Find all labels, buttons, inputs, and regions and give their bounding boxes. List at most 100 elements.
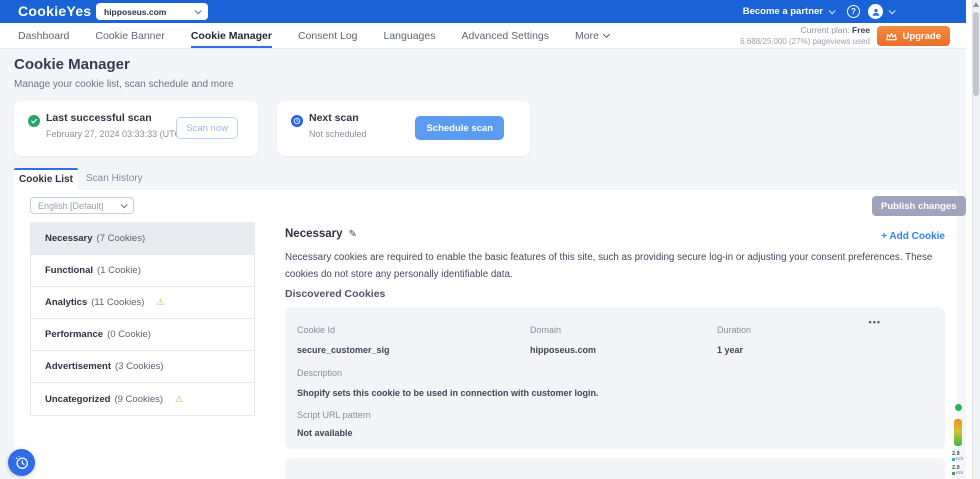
speed-unit: K/S (956, 456, 964, 462)
plan-label-text: Current plan: (800, 25, 850, 35)
domain-selector[interactable]: hipposeus.com (96, 3, 208, 20)
category-description: Necessary cookies are required to enable… (285, 252, 933, 281)
clock-icon (291, 115, 303, 127)
script-url-label: Script URL pattern (297, 410, 371, 420)
category-count: (7 Cookies) (96, 233, 146, 244)
nav-item-cookie-banner[interactable]: Cookie Banner (95, 23, 164, 48)
nav-item-dashboard[interactable]: Dashboard (18, 23, 69, 48)
tab-scan-history[interactable]: Scan History (86, 168, 143, 190)
crown-icon (886, 32, 898, 40)
tab-cookie-list[interactable]: Cookie List (14, 168, 78, 190)
next-scan-status: Not scheduled (309, 129, 367, 139)
chevron-down-icon (120, 201, 128, 209)
network-monitor-overlay: 2.9 K/S 2.0 K/S (951, 404, 969, 479)
category-count: (9 Cookies) (114, 393, 164, 405)
cookie-id-label: Cookie Id (297, 325, 336, 335)
script-url-value: Not available (297, 428, 353, 438)
category-name: Functional (45, 265, 94, 276)
category-count: (11 Cookies) (91, 297, 145, 308)
scrollbar-thumb[interactable] (973, 12, 979, 96)
more-options-icon[interactable]: ••• (869, 317, 881, 327)
page-subtitle: Manage your cookie list, scan schedule a… (14, 79, 234, 90)
scan-now-button[interactable]: Scan now (176, 117, 238, 139)
plan-info: Current plan: Free 6,688/25,000 (27%) pa… (740, 25, 870, 46)
nav-item-consent-log[interactable]: Consent Log (298, 23, 358, 48)
help-icon[interactable]: ? (847, 5, 860, 18)
category-count: (0 Cookie) (107, 329, 151, 340)
category-name: Uncategorized (45, 393, 111, 405)
chevron-down-icon (888, 7, 896, 15)
chevron-down-icon (194, 7, 202, 15)
description-value: Shopify sets this cookie to be used in c… (297, 388, 599, 398)
category-name: Analytics (45, 297, 88, 308)
category-uncategorized[interactable]: Uncategorized (9 Cookies) ⚠ (31, 383, 254, 415)
become-partner-label: Become a partner (742, 6, 823, 17)
chevron-down-icon (828, 7, 836, 15)
language-select-value: English [Default] (38, 200, 104, 211)
discovered-cookies-title: Discovered Cookies (285, 288, 386, 300)
next-scan-title: Next scan (309, 112, 359, 124)
nav-item-languages[interactable]: Languages (384, 23, 436, 48)
duration-value: 1 year (717, 345, 744, 355)
publish-changes-button[interactable]: Publish changes (872, 196, 966, 216)
category-performance[interactable]: Performance (0 Cookie) (31, 319, 254, 351)
speed-unit: K/S (956, 470, 964, 476)
domain-value: hipposeus.com (530, 345, 597, 355)
warning-icon: ⚠ (156, 297, 165, 307)
category-name: Performance (45, 329, 104, 340)
upload-speed: 2.0 K/S (952, 465, 969, 476)
nav-item-more-label: More (575, 29, 599, 42)
duration-label: Duration (717, 325, 752, 335)
last-scan-timestamp: February 27, 2024 03:33:33 (UTC) (46, 129, 185, 139)
app-window: CookieYes hipposeus.com Become a partner… (0, 0, 980, 479)
scrollbar[interactable] (972, 0, 980, 479)
domain-selector-value: hipposeus.com (104, 6, 167, 17)
account-menu[interactable] (868, 4, 896, 19)
next-scan-card: Next scan Not scheduled Schedule scan (277, 101, 530, 156)
category-list: Necessary (7 Cookies) Functional (1 Cook… (30, 222, 255, 416)
category-count: (3 Cookies) (115, 361, 164, 372)
warning-icon: ⚠ (175, 393, 184, 404)
last-scan-card: Last successful scan February 27, 2024 0… (14, 101, 258, 156)
language-select[interactable]: English [Default] (30, 197, 134, 214)
category-advertisement[interactable]: Advertisement (3 Cookies) (31, 351, 254, 383)
last-scan-title: Last successful scan (46, 112, 152, 124)
page-background: CookieYes hipposeus.com Become a partner… (0, 0, 966, 479)
category-analytics[interactable]: Analytics (11 Cookies) ⚠ (31, 287, 254, 319)
become-partner-menu[interactable]: Become a partner (742, 0, 836, 23)
plan-label: Current plan: Free (740, 25, 870, 35)
top-bar: CookieYes hipposeus.com Become a partner… (0, 0, 966, 23)
next-cookie-card (285, 458, 945, 479)
nav-item-advanced-settings[interactable]: Advanced Settings (461, 23, 549, 48)
scan-widget-button[interactable] (8, 449, 35, 476)
plan-usage: 6,688/25,000 (27%) pageviews used (740, 37, 870, 46)
scroll-up-arrow-icon[interactable] (973, 2, 979, 7)
schedule-scan-button[interactable]: Schedule scan (415, 116, 504, 140)
person-icon (872, 8, 879, 16)
page-title: Cookie Manager (14, 56, 130, 73)
activity-gradient-bar (954, 419, 962, 446)
chevron-down-icon (602, 30, 611, 38)
cookie-id-value: secure_customer_sig (297, 345, 390, 355)
nav-item-cookie-manager[interactable]: Cookie Manager (191, 23, 272, 48)
download-speed: 2.9 K/S (952, 451, 969, 462)
category-name: Necessary (45, 233, 93, 244)
nav-item-more[interactable]: More (575, 23, 611, 48)
upgrade-label: Upgrade (902, 30, 941, 42)
category-name: Advertisement (45, 361, 111, 372)
cookie-detail-card: Cookie Id Domain Duration ••• secure_cus… (285, 307, 945, 449)
category-necessary[interactable]: Necessary (7 Cookies) (31, 223, 254, 255)
category-functional[interactable]: Functional (1 Cookie) (31, 255, 254, 287)
category-count: (1 Cookie) (97, 265, 141, 276)
success-check-icon (28, 115, 40, 127)
upload-marker-icon (952, 472, 955, 475)
scanner-clock-icon (15, 455, 28, 469)
domain-label: Domain (530, 325, 562, 335)
download-marker-icon (952, 458, 955, 462)
description-label: Description (297, 368, 343, 378)
avatar (868, 4, 883, 19)
cookieyes-logo: CookieYes (18, 3, 92, 19)
status-dot-icon (955, 404, 962, 411)
add-cookie-link[interactable]: + Add Cookie (285, 231, 945, 242)
upgrade-button[interactable]: Upgrade (877, 26, 950, 46)
